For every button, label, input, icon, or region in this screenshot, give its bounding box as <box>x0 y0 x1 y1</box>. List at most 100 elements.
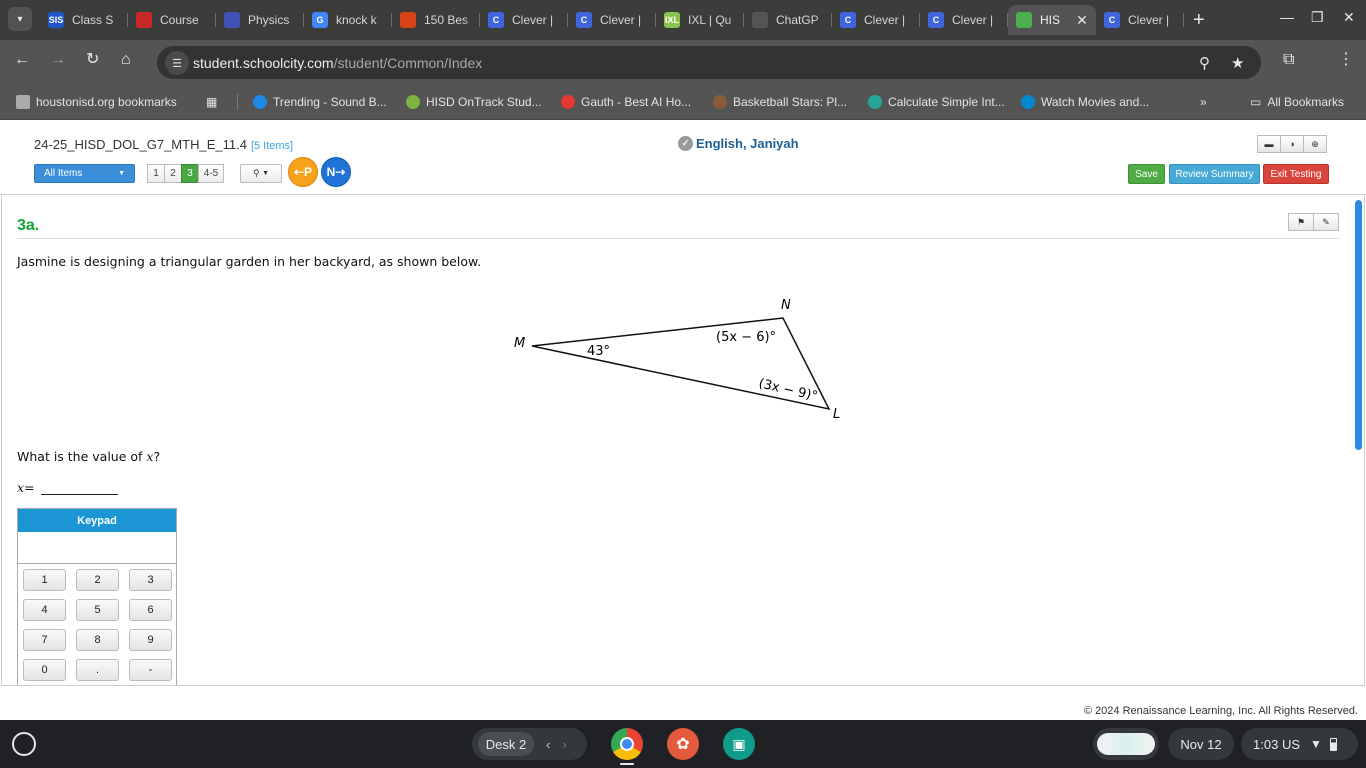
browser-tab[interactable]: SIS Class S <box>40 5 128 35</box>
wifi-icon: ▼ <box>1310 737 1322 751</box>
keypad-key[interactable]: 7 <box>23 629 66 651</box>
classroom-app-icon[interactable]: ▣ <box>723 728 755 760</box>
maximize-icon[interactable]: ❐ <box>1311 9 1324 26</box>
bookmark-item[interactable]: Calculate Simple Int... <box>868 93 1005 111</box>
tab-title: Clever | <box>512 13 554 27</box>
forward-icon[interactable]: → <box>50 52 66 68</box>
page-button-1[interactable]: 1 <box>147 164 165 183</box>
previous-button[interactable]: ⇠ P <box>288 157 318 187</box>
browser-toolbar: ← → ↻ ⌂ ☰ student.schoolcity.com/student… <box>0 40 1366 84</box>
folder-icon <box>16 95 30 109</box>
tab-favicon-icon <box>224 12 240 28</box>
browser-tab[interactable]: Physics <box>216 5 304 35</box>
minimize-icon[interactable]: — <box>1280 9 1294 25</box>
browser-tab[interactable]: ChatGP <box>744 5 832 35</box>
bookmark-favicon-icon <box>1021 95 1035 109</box>
calculator-icon[interactable]: ▬ <box>1257 135 1281 153</box>
keypad-key[interactable]: 8 <box>76 629 119 651</box>
tab-title: Clever | <box>600 13 642 27</box>
close-window-icon[interactable]: ✕ <box>1343 9 1355 26</box>
vertex-n: N <box>781 298 791 313</box>
browser-tab[interactable]: C Clever | <box>1096 5 1184 35</box>
bookmarks-folder[interactable]: houstonisd.org bookmarks <box>16 93 177 111</box>
page-button-3[interactable]: 3 <box>181 164 199 183</box>
url-text[interactable]: student.schoolcity.com/student/Common/In… <box>193 55 482 71</box>
review-summary-button[interactable]: Review Summary <box>1169 164 1260 184</box>
more-bookmarks-icon[interactable]: » <box>1200 93 1207 111</box>
find-dropdown[interactable]: ⚲ ▼ <box>240 164 282 183</box>
bookmark-star-icon[interactable]: ★ <box>1231 54 1244 72</box>
date-tray[interactable]: Nov 12 <box>1168 728 1234 760</box>
question-divider <box>17 238 1339 239</box>
back-icon[interactable]: ← <box>14 52 30 68</box>
bookmark-item[interactable]: Gauth - Best AI Ho... <box>561 93 691 111</box>
apps-grid-icon[interactable]: ▦ <box>206 93 217 111</box>
bookmark-item[interactable]: Trending - Sound B... <box>253 93 387 111</box>
notes-icon[interactable]: ✎ <box>1313 213 1339 231</box>
test-title: 24-25_HISD_DOL_G7_MTH_E_11.4 [5 Items] <box>34 137 293 152</box>
keypad-display[interactable] <box>18 532 176 564</box>
keypad-key[interactable]: 5 <box>76 599 119 621</box>
chevron-right-icon[interactable]: › <box>562 737 566 752</box>
tab-favicon-icon: C <box>488 12 504 28</box>
keypad-key[interactable]: 4 <box>23 599 66 621</box>
keypad-key[interactable]: 9 <box>129 629 172 651</box>
browser-tab[interactable]: HIS ✕ <box>1008 5 1096 35</box>
scrollbar[interactable] <box>1355 200 1362 450</box>
all-items-dropdown[interactable]: All Items ▼ <box>34 164 135 183</box>
zoom-icon[interactable]: ⚲ <box>1199 54 1210 72</box>
browser-tab[interactable]: C Clever | <box>568 5 656 35</box>
keypad-key[interactable]: 2 <box>76 569 119 591</box>
keypad-key[interactable]: 1 <box>23 569 66 591</box>
save-button[interactable]: Save <box>1128 164 1165 184</box>
bookmarks-separator <box>237 94 238 110</box>
browser-tab[interactable]: 150 Bes <box>392 5 480 35</box>
bookmark-item[interactable]: HISD OnTrack Stud... <box>406 93 542 111</box>
page-button-4-5[interactable]: 4-5 <box>198 164 224 183</box>
flag-icon[interactable]: ⚑ <box>1288 213 1314 231</box>
student-name: ✓ English, Janiyah <box>678 136 799 151</box>
chevron-left-icon[interactable]: ‹ <box>546 737 550 752</box>
keypad-key[interactable]: . <box>76 659 119 681</box>
close-tab-icon[interactable]: ✕ <box>1074 12 1090 29</box>
keypad-key[interactable]: - <box>129 659 172 681</box>
all-bookmarks-folder[interactable]: ▭ All Bookmarks <box>1250 93 1344 111</box>
address-bar[interactable]: ☰ student.schoolcity.com/student/Common/… <box>157 46 1261 79</box>
answer-equals: = <box>24 480 35 495</box>
phone-hub-icon <box>1097 733 1155 755</box>
page-button-2[interactable]: 2 <box>164 164 182 183</box>
bookmark-item[interactable]: Basketball Stars: Pl... <box>713 93 847 111</box>
tab-favicon-icon: C <box>928 12 944 28</box>
reload-icon[interactable]: ↻ <box>86 52 99 68</box>
browser-tab[interactable]: IXL IXL | Qu <box>656 5 744 35</box>
keypad-key[interactable]: 0 <box>23 659 66 681</box>
previous-label: P <box>304 165 313 179</box>
browser-tab[interactable]: C Clever | <box>480 5 568 35</box>
browser-tab[interactable]: C Clever | <box>920 5 1008 35</box>
paint-app-icon[interactable]: ✿ <box>667 728 699 760</box>
menu-icon[interactable]: ⋮ <box>1338 52 1354 68</box>
bookmark-item[interactable]: Watch Movies and... <box>1021 93 1149 111</box>
phone-hub[interactable] <box>1093 728 1159 760</box>
magnifier-icon[interactable]: ⊕ <box>1303 135 1327 153</box>
browser-tab[interactable]: Gknock k <box>304 5 392 35</box>
browser-tab[interactable]: C Clever | <box>832 5 920 35</box>
desk-switcher[interactable]: Desk 2 ‹ › <box>472 728 587 760</box>
next-button[interactable]: N ⇢ <box>321 157 351 187</box>
chrome-icon[interactable] <box>611 728 643 760</box>
desk-label[interactable]: Desk 2 <box>478 732 534 756</box>
exit-testing-button[interactable]: Exit Testing <box>1263 164 1329 184</box>
extensions-icon[interactable]: ⧉ <box>1283 52 1294 68</box>
home-icon[interactable]: ⌂ <box>121 52 131 68</box>
contrast-icon[interactable]: ◑ <box>1280 135 1304 153</box>
new-tab-icon[interactable]: + <box>1193 10 1205 30</box>
keypad-key[interactable]: 3 <box>129 569 172 591</box>
keypad-key[interactable]: 6 <box>129 599 172 621</box>
tab-search-icon[interactable]: ▾ <box>8 7 32 31</box>
answer-blank[interactable] <box>40 481 118 495</box>
site-info-icon[interactable]: ☰ <box>165 51 189 75</box>
status-tray[interactable]: 1:03 US ▼ <box>1241 728 1358 760</box>
launcher-icon[interactable] <box>12 732 36 756</box>
browser-tab[interactable]: Course <box>128 5 216 35</box>
item-count: [5 Items] <box>250 140 294 152</box>
